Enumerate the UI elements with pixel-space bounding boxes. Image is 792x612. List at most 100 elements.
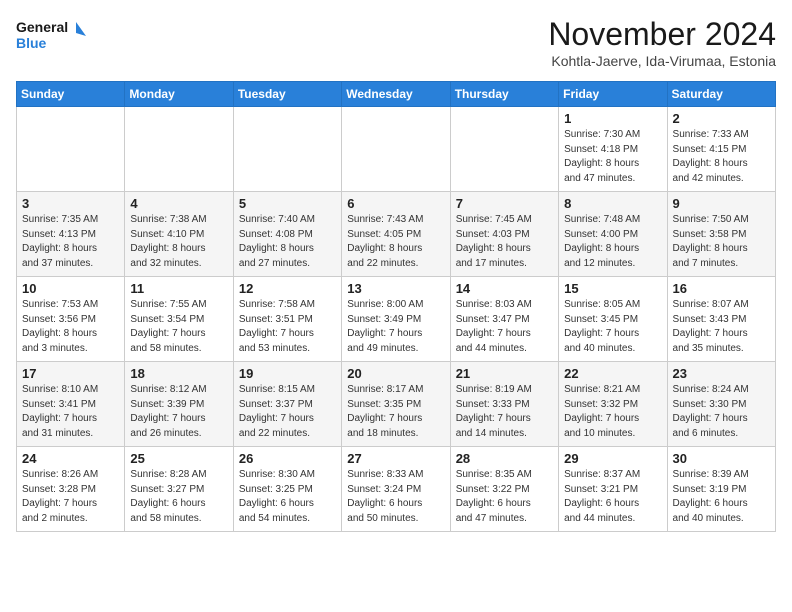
calendar-cell: 24Sunrise: 8:26 AM Sunset: 3:28 PM Dayli… [17,447,125,532]
day-detail: Sunrise: 8:33 AM Sunset: 3:24 PM Dayligh… [347,468,444,526]
title-block: November 2024 Kohtla-Jaerve, Ida-Virumaa… [548,16,776,69]
day-detail: Sunrise: 8:05 AM Sunset: 3:45 PM Dayligh… [564,298,661,356]
day-detail: Sunrise: 7:55 AM Sunset: 3:54 PM Dayligh… [130,298,227,356]
day-number: 19 [239,366,336,381]
day-detail: Sunrise: 7:45 AM Sunset: 4:03 PM Dayligh… [456,213,553,271]
day-number: 29 [564,451,661,466]
day-number: 21 [456,366,553,381]
calendar-cell [17,107,125,192]
logo: General Blue [16,16,86,58]
weekday-header-tuesday: Tuesday [233,82,341,107]
calendar-cell: 2Sunrise: 7:33 AM Sunset: 4:15 PM Daylig… [667,107,775,192]
day-number: 7 [456,196,553,211]
day-number: 4 [130,196,227,211]
calendar-cell: 20 Sunrise: 8:17 AM Sunset: 3:35 PM Dayli… [342,362,450,447]
calendar-cell: 8Sunrise: 7:48 AM Sunset: 4:00 PM Daylig… [559,192,667,277]
calendar-cell: 18 Sunrise: 8:12 AM Sunset: 3:39 PM Dayli… [125,362,233,447]
weekday-header-saturday: Saturday [667,82,775,107]
day-number: 20 [347,366,444,381]
day-detail: Sunrise: 8:07 AM Sunset: 3:43 PM Dayligh… [673,298,770,356]
day-detail: Sunrise: 8:00 AM Sunset: 3:49 PM Dayligh… [347,298,444,356]
day-detail: Sunrise: 8:21 AM Sunset: 3:32 PM Dayligh… [564,383,661,441]
day-number: 28 [456,451,553,466]
day-detail: Sunrise: 8:17 AM Sunset: 3:35 PM Dayligh… [347,383,444,441]
day-number: 27 [347,451,444,466]
calendar-cell: 17 Sunrise: 8:10 AM Sunset: 3:41 PM Dayli… [17,362,125,447]
day-number: 10 [22,281,119,296]
day-detail: Sunrise: 7:50 AM Sunset: 3:58 PM Dayligh… [673,213,770,271]
calendar-cell: 10 Sunrise: 7:53 AM Sunset: 3:56 PM Dayli… [17,277,125,362]
day-detail: Sunrise: 8:37 AM Sunset: 3:21 PM Dayligh… [564,468,661,526]
day-number: 17 [22,366,119,381]
calendar-cell: 15Sunrise: 8:05 AM Sunset: 3:45 PM Dayli… [559,277,667,362]
day-number: 18 [130,366,227,381]
calendar-cell: 22 Sunrise: 8:21 AM Sunset: 3:32 PM Dayli… [559,362,667,447]
calendar-cell [450,107,558,192]
day-detail: Sunrise: 8:10 AM Sunset: 3:41 PM Dayligh… [22,383,119,441]
day-detail: Sunrise: 8:30 AM Sunset: 3:25 PM Dayligh… [239,468,336,526]
day-detail: Sunrise: 8:39 AM Sunset: 3:19 PM Dayligh… [673,468,770,526]
week-row-4: 17 Sunrise: 8:10 AM Sunset: 3:41 PM Dayli… [17,362,776,447]
location-subtitle: Kohtla-Jaerve, Ida-Virumaa, Estonia [548,53,776,69]
calendar-cell: 25 Sunrise: 8:28 AM Sunset: 3:27 PM Dayli… [125,447,233,532]
day-number: 3 [22,196,119,211]
day-number: 11 [130,281,227,296]
day-detail: Sunrise: 8:28 AM Sunset: 3:27 PM Dayligh… [130,468,227,526]
logo-svg: General Blue [16,16,86,58]
day-detail: Sunrise: 7:38 AM Sunset: 4:10 PM Dayligh… [130,213,227,271]
page-header: General Blue November 2024 Kohtla-Jaerve… [16,16,776,69]
day-detail: Sunrise: 7:48 AM Sunset: 4:00 PM Dayligh… [564,213,661,271]
calendar-cell [342,107,450,192]
weekday-header-row: SundayMondayTuesdayWednesdayThursdayFrid… [17,82,776,107]
svg-text:General: General [16,19,68,35]
calendar-cell: 29 Sunrise: 8:37 AM Sunset: 3:21 PM Dayli… [559,447,667,532]
day-detail: Sunrise: 7:43 AM Sunset: 4:05 PM Dayligh… [347,213,444,271]
calendar-cell: 16 Sunrise: 8:07 AM Sunset: 3:43 PM Dayli… [667,277,775,362]
weekday-header-friday: Friday [559,82,667,107]
week-row-1: 1 Sunrise: 7:30 AM Sunset: 4:18 PM Daylig… [17,107,776,192]
day-detail: Sunrise: 8:03 AM Sunset: 3:47 PM Dayligh… [456,298,553,356]
day-number: 6 [347,196,444,211]
calendar-cell: 3 Sunrise: 7:35 AM Sunset: 4:13 PM Daylig… [17,192,125,277]
day-detail: Sunrise: 8:15 AM Sunset: 3:37 PM Dayligh… [239,383,336,441]
day-number: 22 [564,366,661,381]
calendar-cell: 27 Sunrise: 8:33 AM Sunset: 3:24 PM Dayli… [342,447,450,532]
day-number: 14 [456,281,553,296]
calendar-cell [233,107,341,192]
day-detail: Sunrise: 7:40 AM Sunset: 4:08 PM Dayligh… [239,213,336,271]
week-row-3: 10 Sunrise: 7:53 AM Sunset: 3:56 PM Dayli… [17,277,776,362]
day-detail: Sunrise: 7:35 AM Sunset: 4:13 PM Dayligh… [22,213,119,271]
calendar-cell: 5 Sunrise: 7:40 AM Sunset: 4:08 PM Daylig… [233,192,341,277]
calendar-cell: 26 Sunrise: 8:30 AM Sunset: 3:25 PM Dayli… [233,447,341,532]
calendar-cell: 1 Sunrise: 7:30 AM Sunset: 4:18 PM Daylig… [559,107,667,192]
day-detail: Sunrise: 8:24 AM Sunset: 3:30 PM Dayligh… [673,383,770,441]
calendar-cell: 14 Sunrise: 8:03 AM Sunset: 3:47 PM Dayli… [450,277,558,362]
weekday-header-thursday: Thursday [450,82,558,107]
month-title: November 2024 [548,16,776,53]
day-number: 16 [673,281,770,296]
svg-text:Blue: Blue [16,35,47,51]
day-number: 25 [130,451,227,466]
day-number: 5 [239,196,336,211]
calendar-cell: 13Sunrise: 8:00 AM Sunset: 3:49 PM Dayli… [342,277,450,362]
calendar-cell: 7 Sunrise: 7:45 AM Sunset: 4:03 PM Daylig… [450,192,558,277]
week-row-5: 24Sunrise: 8:26 AM Sunset: 3:28 PM Dayli… [17,447,776,532]
calendar-cell: 21Sunrise: 8:19 AM Sunset: 3:33 PM Dayli… [450,362,558,447]
day-number: 23 [673,366,770,381]
day-detail: Sunrise: 7:53 AM Sunset: 3:56 PM Dayligh… [22,298,119,356]
calendar-cell [125,107,233,192]
calendar-cell: 28Sunrise: 8:35 AM Sunset: 3:22 PM Dayli… [450,447,558,532]
day-number: 26 [239,451,336,466]
day-detail: Sunrise: 7:30 AM Sunset: 4:18 PM Dayligh… [564,128,661,186]
weekday-header-wednesday: Wednesday [342,82,450,107]
day-number: 12 [239,281,336,296]
day-detail: Sunrise: 8:12 AM Sunset: 3:39 PM Dayligh… [130,383,227,441]
day-number: 9 [673,196,770,211]
calendar-cell: 30 Sunrise: 8:39 AM Sunset: 3:19 PM Dayli… [667,447,775,532]
day-detail: Sunrise: 8:26 AM Sunset: 3:28 PM Dayligh… [22,468,119,526]
calendar-cell: 11 Sunrise: 7:55 AM Sunset: 3:54 PM Dayli… [125,277,233,362]
calendar-cell: 19 Sunrise: 8:15 AM Sunset: 3:37 PM Dayli… [233,362,341,447]
day-number: 30 [673,451,770,466]
day-number: 1 [564,111,661,126]
calendar-cell: 6 Sunrise: 7:43 AM Sunset: 4:05 PM Daylig… [342,192,450,277]
